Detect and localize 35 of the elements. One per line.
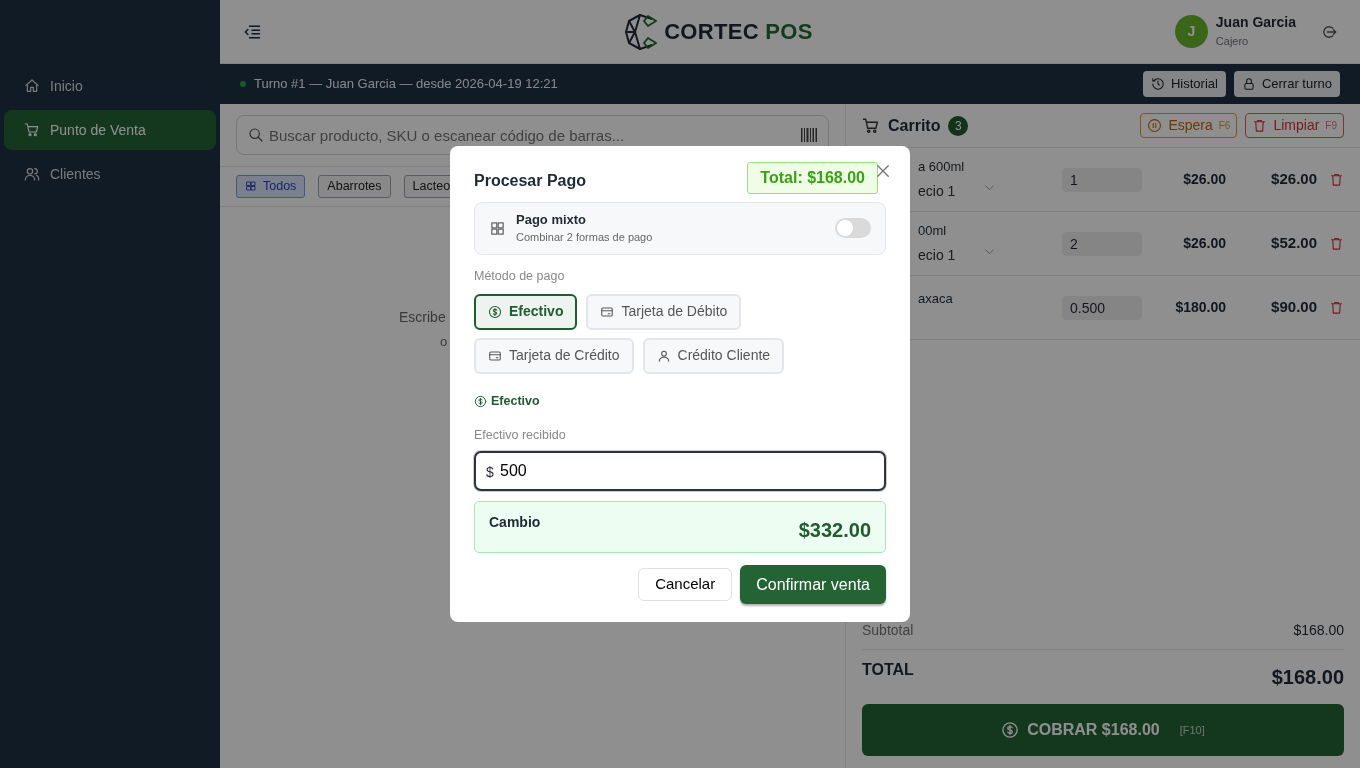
- dialog-title: Procesar Pago: [474, 170, 587, 191]
- total-badge: Total: $168.00: [747, 161, 878, 194]
- unit-price: $26.00: [1182, 170, 1226, 189]
- currency-symbol: $: [486, 463, 494, 483]
- section-label: Método de pago: [474, 267, 566, 285]
- line-total: $52.00: [1270, 233, 1317, 254]
- unit-price: $180.00: [1174, 298, 1226, 317]
- shift-info: Turno #1 — Juan Garcia — desde 2026-04-19 12:21: [254, 75, 558, 94]
- user-name: Juan Garcia: [1215, 14, 1296, 32]
- product-name: a 600ml: [918, 158, 966, 177]
- unit-price: $26.00: [1182, 234, 1226, 253]
- brand-name: CORTEC POS: [664, 18, 813, 46]
- subtotal-label: Subtotal: [862, 621, 914, 640]
- field-label: Efectivo recibido: [474, 427, 567, 445]
- product-name: 00ml: [918, 222, 948, 241]
- subtotal-value: $168.00: [1293, 621, 1344, 640]
- empty-hint: o: [440, 332, 448, 351]
- total-label: TOTAL: [862, 660, 914, 680]
- mixed-payment-title: Pago mixto: [516, 211, 588, 229]
- item-count-badge: 3: [948, 115, 969, 136]
- cart-title: Carrito: [888, 115, 941, 136]
- shortcut-hint: [F10]: [1179, 722, 1205, 738]
- line-total: $26.00: [1270, 169, 1317, 190]
- product-name: axaca: [918, 289, 954, 308]
- user-role: Cajero: [1215, 34, 1250, 49]
- change-label: Cambio: [489, 513, 541, 533]
- user-avatar: J: [1174, 15, 1208, 48]
- shortcut-hint: F9: [1325, 119, 1337, 133]
- selected-method: Efectivo: [491, 392, 540, 410]
- shortcut-hint: F6: [1218, 119, 1231, 133]
- change-amount: $332.00: [798, 518, 871, 543]
- line-total: $90.00: [1270, 297, 1317, 318]
- total-value: $168.00: [1271, 665, 1344, 690]
- mixed-payment-subtitle: Combinar 2 formas de pago: [516, 231, 653, 245]
- empty-hint: Escribe: [399, 307, 446, 327]
